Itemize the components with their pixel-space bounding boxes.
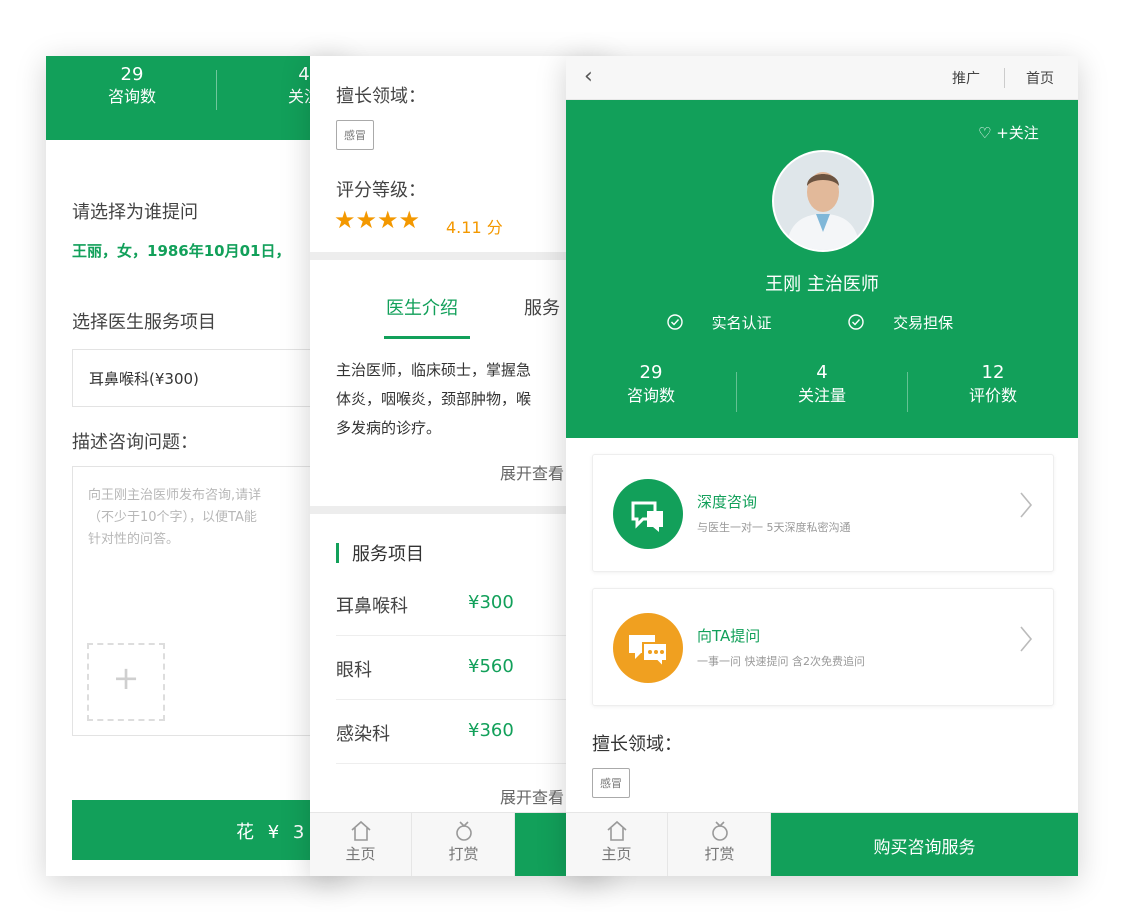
follow-button[interactable]: ♡ +关注 <box>978 122 1039 143</box>
pay-button[interactable]: 花 ¥ 3 0 <box>72 800 346 860</box>
stat-label: 咨询数 <box>107 87 156 106</box>
service-name: 眼科 <box>336 660 372 681</box>
question-placeholder: 向王刚主治医师发布咨询,请详 （不少于10个字），以便TA能 针对性的问答。 <box>88 485 346 551</box>
tab-label: 主页 <box>345 845 376 863</box>
card-description: 一事一问 快速提问 含2次免费追问 <box>697 655 865 668</box>
expand-services-link[interactable]: 展开查看 <box>500 784 564 808</box>
tab-doctor-intro[interactable]: 医生介绍 <box>386 294 458 320</box>
deep-consult-card[interactable]: 深度咨询 与医生一对一 5天深度私密沟通 <box>592 454 1054 572</box>
tab-home[interactable]: 主页 <box>310 813 412 876</box>
service-price: ¥360 <box>468 720 514 741</box>
service-name: 感染科 <box>336 724 390 745</box>
stat-number: 4 <box>816 362 828 383</box>
tab-label: 打赏 <box>704 845 735 863</box>
home-icon <box>566 819 667 843</box>
specialty-tag: 感冒 <box>336 120 374 150</box>
badge-real-name: 实名认证 <box>667 314 801 332</box>
doctor-header: ♡ +关注 王刚 主治医师 实名认证 交易担保 29 咨询数 4 关注量 12 … <box>566 100 1078 438</box>
verification-badges: 实名认证 交易担保 <box>566 312 1078 333</box>
tab-reward[interactable]: 打赏 <box>413 813 515 876</box>
card-description: 与医生一对一 5天深度私密沟通 <box>697 521 851 534</box>
tab-reward[interactable]: 打赏 <box>669 813 771 876</box>
service-heading: 选择医生服务项目 <box>72 312 216 333</box>
doctor-stats: 29 咨询数 4 关注量 12 评价数 <box>566 362 1078 422</box>
section-gap <box>310 506 610 514</box>
rating-label: 评分等级： <box>336 180 426 201</box>
badge-label: 交易担保 <box>893 314 954 332</box>
stat-consults: 29 咨询数 <box>566 362 736 408</box>
star-icon: ★ <box>377 206 399 234</box>
stat-number: 29 <box>639 362 663 383</box>
stat-label: 关注量 <box>797 386 846 405</box>
service-select[interactable]: 耳鼻喉科(¥300) <box>72 349 346 407</box>
specialty-label: 擅长领域： <box>336 86 426 107</box>
ask-question-card[interactable]: 向TA提问 一事一问 快速提问 含2次免费追问 <box>592 588 1054 706</box>
star-icon: ★ <box>334 206 356 234</box>
stat-label: 评价数 <box>968 386 1017 405</box>
rating-score: 4.11 分 <box>446 218 503 237</box>
promote-link[interactable]: 推广 <box>952 68 980 88</box>
placeholder-line: 针对性的问答。 <box>88 532 180 547</box>
add-image-button[interactable]: + <box>87 643 165 721</box>
chat-bubble-icon <box>613 479 683 549</box>
expand-intro-link[interactable]: 展开查看 <box>500 460 564 484</box>
consult-form-screen: 29 咨询数 4 关注 请选择为谁提问 王丽，女，1986年10月01日， 选择… <box>46 56 346 876</box>
doctor-name: 王刚 主治医师 <box>765 274 879 295</box>
doctor-home-screen: ‹ 推广 首页 ♡ +关注 王刚 主治医师 实名认证 交易担保 29 咨询数 4… <box>566 56 1078 876</box>
card-title: 向TA提问 <box>697 627 761 645</box>
check-circle-icon <box>667 314 683 330</box>
chevron-right-icon <box>1019 491 1033 523</box>
badge-label: 实名认证 <box>711 314 772 332</box>
section-marker <box>336 543 339 563</box>
stat-follows: 4 关注量 <box>737 362 907 408</box>
reward-icon <box>413 819 514 843</box>
rating-stars: ★★★★ <box>334 208 420 232</box>
star-icon: ★ <box>398 206 421 234</box>
services-title: 服务项目 <box>352 544 424 565</box>
stat-reviews: 12 评价数 <box>908 362 1078 408</box>
stat-consults: 29 咨询数 <box>82 64 182 108</box>
divider <box>216 70 217 110</box>
speech-bubbles-icon <box>613 613 683 683</box>
avatar <box>772 150 874 252</box>
stat-label: 咨询数 <box>626 386 675 405</box>
stats-header: 29 咨询数 4 关注 <box>46 56 346 140</box>
service-price: ¥300 <box>468 592 514 613</box>
card-title: 深度咨询 <box>697 493 758 511</box>
active-tab-indicator <box>384 336 470 339</box>
bottom-tabbar: 主页 打赏 购买咨询服务 <box>566 812 1078 876</box>
badge-guarantee: 交易担保 <box>848 314 977 332</box>
placeholder-line: 向王刚主治医师发布咨询,请详 <box>88 488 262 503</box>
tab-label: 打赏 <box>448 845 479 863</box>
divider <box>1004 68 1005 88</box>
specialty-label: 擅长领域： <box>592 734 682 755</box>
ask-for-heading: 请选择为谁提问 <box>72 202 198 223</box>
stat-number: 29 <box>120 64 144 85</box>
describe-heading: 描述咨询问题： <box>72 432 198 453</box>
specialty-tag: 感冒 <box>592 768 630 798</box>
tab-label: 主页 <box>601 845 632 863</box>
buy-consult-button[interactable]: 购买咨询服务 <box>771 813 1078 876</box>
stat-number: 12 <box>981 362 1005 383</box>
placeholder-line: （不少于10个字），以便TA能 <box>88 510 257 525</box>
home-link[interactable]: 首页 <box>1026 68 1054 88</box>
patient-selector[interactable]: 王丽，女，1986年10月01日， <box>72 240 291 261</box>
home-icon <box>310 819 411 843</box>
back-chevron-icon[interactable]: ‹ <box>584 64 593 89</box>
check-circle-icon <box>848 314 865 330</box>
section-gap <box>310 252 610 260</box>
bottom-tabbar: 主页 打赏 <box>310 812 610 876</box>
doctor-detail-screen: 擅长领域： 感冒 评分等级： ★★★★ 4.11 分 医生介绍 服务 主治医师，… <box>310 56 610 876</box>
chevron-right-icon <box>1019 625 1033 657</box>
tab-home[interactable]: 主页 <box>566 813 668 876</box>
reward-icon <box>669 819 770 843</box>
tab-services[interactable]: 服务 <box>524 294 560 320</box>
service-price: ¥560 <box>468 656 514 677</box>
service-name: 耳鼻喉科 <box>336 596 408 617</box>
star-icon: ★ <box>355 206 378 234</box>
plus-icon: + <box>112 659 140 697</box>
nav-bar: ‹ 推广 首页 <box>566 56 1078 100</box>
question-textarea[interactable]: 向王刚主治医师发布咨询,请详 （不少于10个字），以便TA能 针对性的问答。 + <box>72 466 346 736</box>
